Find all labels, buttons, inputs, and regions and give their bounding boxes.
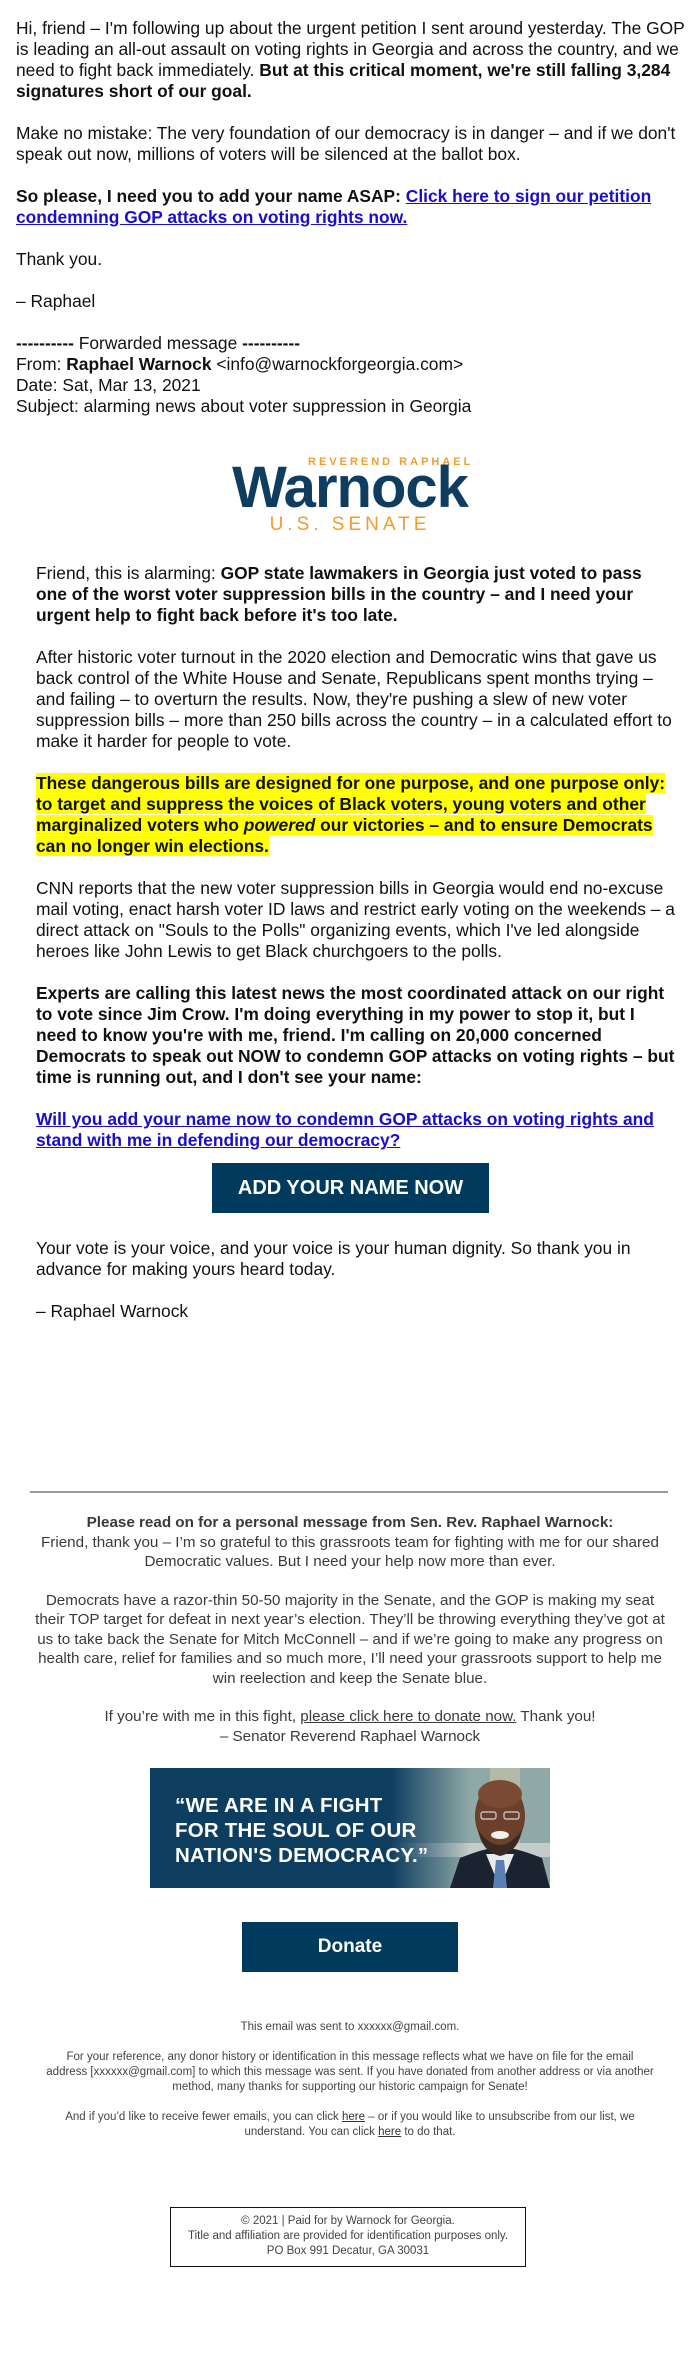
- personal-message-p1: Friend, thank you – I’m so grateful to t…: [41, 1533, 659, 1571]
- paid-for-line: © 2021 | Paid for by Warnock for Georgia…: [241, 2215, 455, 2227]
- body-paragraph-5: Experts are calling this latest news the…: [36, 983, 675, 1087]
- mailing-address: PO Box 991 Decatur, GA 30031: [266, 2245, 430, 2257]
- sender-name: Raphael Warnock: [66, 354, 212, 374]
- date-line: Date: Sat, Mar 13, 2021: [16, 375, 201, 395]
- affiliation-disclaimer: Title and affiliation are provided for i…: [187, 2230, 509, 2242]
- banner-quote-line-3: NATION'S DEMOCRACY.”: [175, 1844, 429, 1867]
- personal-message: Please read on for a personal message fr…: [30, 1513, 670, 1746]
- add-your-name-button[interactable]: ADD YOUR NAME NOW: [212, 1163, 489, 1213]
- forwarded-separator: ---------- Forwarded message ----------: [16, 333, 686, 354]
- body-paragraph-6: Will you add your name now to condemn GO…: [36, 1109, 676, 1151]
- separator-dashes-left: ----------: [16, 333, 74, 353]
- forwarded-header: ---------- Forwarded message ---------- …: [16, 333, 686, 417]
- from-line: From: Raphael Warnock <info@warnockforge…: [16, 354, 686, 375]
- personal-message-heading: Please read on for a personal message fr…: [86, 1514, 614, 1531]
- banner-quote-line-1: “WE ARE IN A FIGHT: [175, 1794, 383, 1817]
- body-paragraph-1: Friend, this is alarming: GOP state lawm…: [36, 563, 676, 626]
- subject-line: Subject: alarming news about voter suppr…: [16, 396, 472, 416]
- personal-message-signoff: – Senator Reverend Raphael Warnock: [219, 1727, 481, 1745]
- fewer-emails-intro: And if you’d like to receive fewer email…: [65, 2111, 342, 2123]
- body-paragraph-2: After historic voter turnout in the 2020…: [36, 647, 672, 751]
- donor-reference-text: For your reference, any donor history or…: [46, 2051, 654, 2093]
- highlight-span: These dangerous bills are designed for o…: [36, 773, 666, 856]
- banner-quote-line-2: FOR THE SOUL OF OUR: [175, 1819, 417, 1842]
- forward-paragraph-1: Hi, friend – I'm following up about the …: [16, 18, 686, 102]
- donate-thanks: Thank you!: [516, 1708, 596, 1725]
- body-paragraph-4: CNN reports that the new voter suppressi…: [36, 878, 675, 961]
- thanks-text: Thank you.: [16, 249, 103, 269]
- donate-button[interactable]: Donate: [242, 1922, 458, 1972]
- highlight-italic: powered: [243, 815, 316, 835]
- banner-quote: “WE ARE IN A FIGHT FOR THE SOUL OF OUR N…: [175, 1793, 428, 1868]
- highlighted-paragraph: These dangerous bills are designed for o…: [36, 773, 676, 857]
- unsubscribe-outro: to do that.: [401, 2126, 456, 2138]
- forward-p3-bold: So please, I need you to add your name A…: [16, 186, 406, 206]
- add-name-link[interactable]: Will you add your name now to condemn GO…: [36, 1109, 654, 1150]
- logo-name: Warnock: [232, 455, 469, 520]
- forward-signoff: – Raphael: [16, 291, 96, 311]
- body-p1-intro: Friend, this is alarming:: [36, 563, 221, 583]
- sender-email: <info@warnockforgeorgia.com>: [211, 354, 464, 374]
- separator-label: Forwarded message: [73, 333, 243, 353]
- warnock-logo: REVEREND RAPHAEL Warnock U.S. SENATE: [210, 452, 490, 535]
- logo-bottom-line: U.S. SENATE: [269, 514, 431, 535]
- fewer-emails-link[interactable]: here: [342, 2111, 365, 2123]
- quote-banner[interactable]: “WE ARE IN A FIGHT FOR THE SOUL OF OUR N…: [150, 1768, 550, 1888]
- personal-message-p3: If you’re with me in this fight, please …: [30, 1707, 670, 1727]
- sent-to-text: This email was sent to xxxxxx@gmail.com.: [240, 2021, 460, 2033]
- separator-dashes-right: ----------: [242, 333, 301, 353]
- body-paragraph-7: Your vote is your voice, and your voice …: [36, 1238, 631, 1279]
- from-label: From:: [16, 354, 67, 374]
- donate-now-link[interactable]: please click here to donate now.: [300, 1708, 516, 1725]
- donate-intro: If you’re with me in this fight,: [104, 1708, 301, 1725]
- forward-paragraph-3: So please, I need you to add your name A…: [16, 186, 686, 228]
- forward-paragraph-2: Make no mistake: The very foundation of …: [16, 123, 676, 164]
- unsubscribe-link[interactable]: here: [378, 2126, 401, 2138]
- personal-message-p2: Democrats have a razor-thin 50-50 majori…: [35, 1591, 665, 1687]
- body-signoff: – Raphael Warnock: [36, 1301, 189, 1321]
- email-preferences-text: And if you’d like to receive fewer email…: [45, 2110, 655, 2140]
- section-divider: [30, 1491, 668, 1493]
- paid-for-box: © 2021 | Paid for by Warnock for Georgia…: [170, 2207, 526, 2267]
